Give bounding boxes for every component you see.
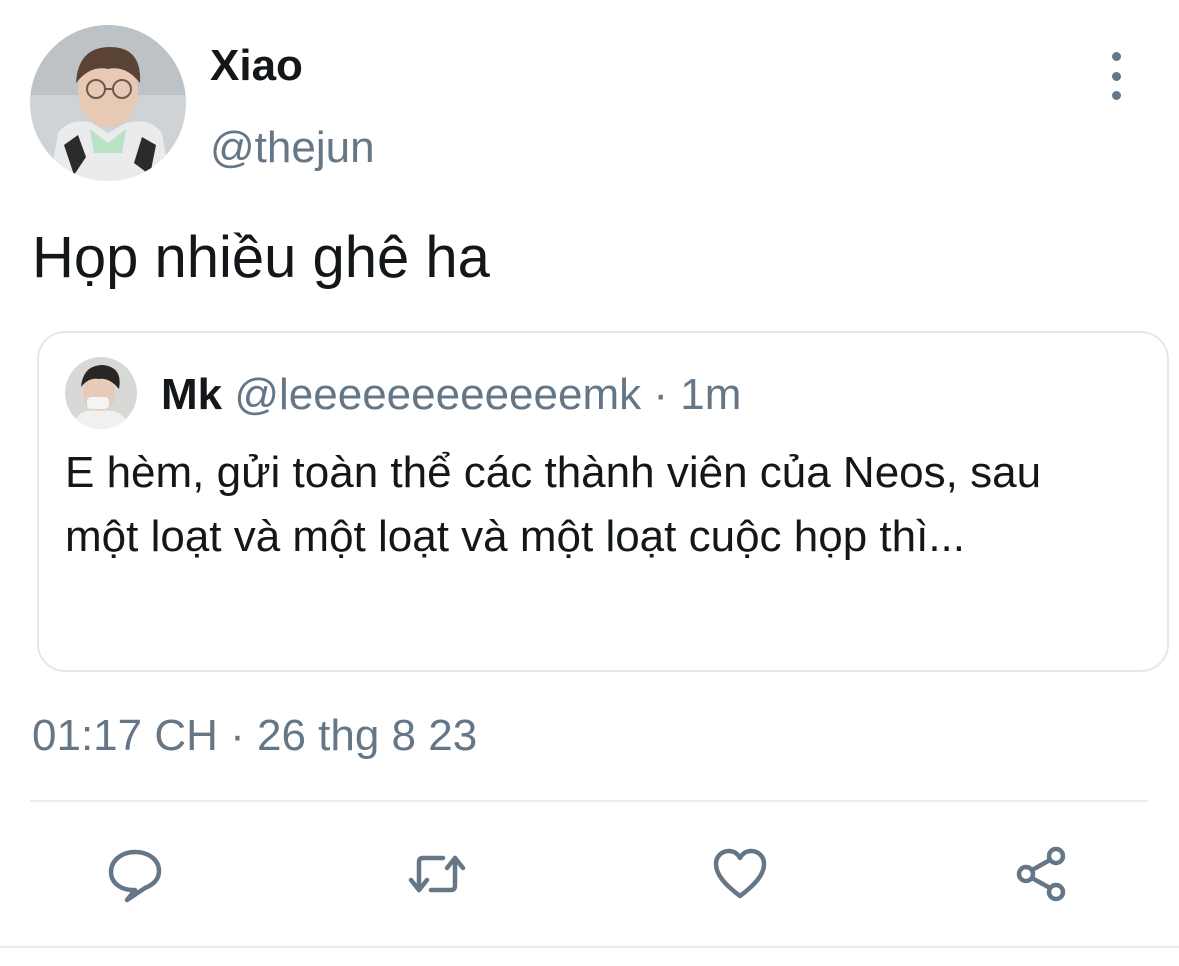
author-name[interactable]: Xiao [210, 38, 303, 94]
quoted-time: 1m [680, 370, 742, 419]
separator: · [653, 370, 668, 419]
dot [1111, 91, 1121, 100]
quoted-text: E hèm, gửi toàn thể các thành viên của N… [65, 448, 1042, 561]
retweet-button[interactable] [405, 842, 469, 906]
share-button[interactable] [1010, 842, 1074, 906]
reply-button[interactable] [103, 842, 167, 906]
heart-icon [713, 848, 767, 899]
author-avatar-image [30, 25, 186, 181]
quoted-author-name: Mk [161, 370, 223, 419]
comment-bubble-icon [108, 849, 162, 903]
quoted-tweet[interactable]: Mk @leeeeeeeeeeeemk · 1m E hèm, gửi toàn… [37, 331, 1169, 672]
tweet-timestamp[interactable]: 01:17 CH · 26 thg 8 23 [32, 706, 477, 766]
tweet-text: Họp nhiều ghê ha [32, 225, 490, 290]
bottom-divider [0, 946, 1179, 948]
more-options-icon[interactable] [1098, 52, 1134, 100]
dot [1111, 52, 1121, 61]
quoted-avatar-image [65, 357, 137, 429]
like-button[interactable] [708, 842, 772, 906]
author-avatar[interactable] [30, 25, 186, 181]
author-handle[interactable]: @thejun [210, 120, 375, 176]
share-icon [1016, 846, 1066, 902]
quoted-author-avatar[interactable] [65, 357, 137, 429]
dot [1111, 71, 1121, 81]
retweet-icon [408, 855, 466, 893]
divider [30, 800, 1148, 802]
quoted-header: Mk @leeeeeeeeeeeemk · 1m [161, 365, 741, 425]
tweet-detail: Xiao @thejun Họp nhiều ghê ha Mk @leeeee… [0, 0, 1179, 966]
quoted-author-handle: @leeeeeeeeeeeemk [234, 370, 642, 419]
